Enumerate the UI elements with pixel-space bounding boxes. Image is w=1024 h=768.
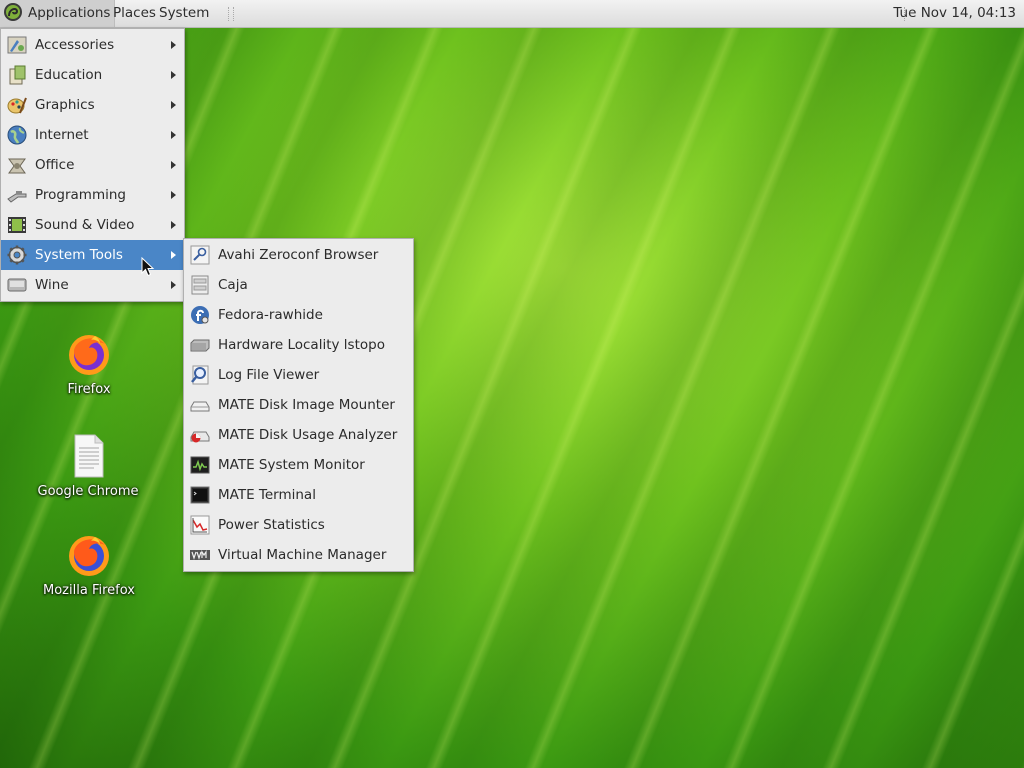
menu-item-label: Wine [35,277,69,293]
terminal-icon [190,486,210,504]
caja-icon [191,275,209,295]
menu-item-sound-video[interactable]: Sound & Video [1,210,184,240]
menu-item-avahi-zeroconf-browser[interactable]: Avahi Zeroconf Browser [184,240,413,270]
accessories-icon [7,36,27,54]
menu-item-label: Internet [35,127,89,143]
submenu-arrow-icon [171,71,176,79]
power-statistics-icon [190,515,210,535]
submenu-arrow-icon [171,101,176,109]
submenu-arrow-icon [171,131,176,139]
firefox-icon [69,335,109,375]
menu-item-mate-disk-image-mounter[interactable]: MATE Disk Image Mounter [184,390,413,420]
menu-item-label: Programming [35,187,126,203]
menu-item-mate-terminal[interactable]: MATE Terminal [184,480,413,510]
graphics-icon [7,97,27,114]
system-tools-submenu: Avahi Zeroconf Browser Caja Fedora-rawhi… [183,238,414,572]
menu-item-label: Education [35,67,103,83]
menu-item-caja[interactable]: Caja [184,270,413,300]
menu-item-virtual-machine-manager[interactable]: Virtual Machine Manager [184,540,413,570]
menu-item-label: Graphics [35,97,95,113]
internet-icon [7,125,27,145]
menu-item-label: Sound & Video [35,217,135,233]
submenu-arrow-icon [171,251,176,259]
menu-item-label: MATE Disk Image Mounter [218,397,395,413]
menu-item-power-statistics[interactable]: Power Statistics [184,510,413,540]
system-tools-icon [7,245,27,265]
top-panel: Applications Places System Tue Nov 14, 0… [0,0,1024,28]
submenu-arrow-icon [171,41,176,49]
submenu-arrow-icon [171,161,176,169]
disk-usage-icon [190,431,210,443]
vm-manager-icon [190,550,210,560]
menu-item-mate-disk-usage-analyzer[interactable]: MATE Disk Usage Analyzer [184,420,413,450]
desktop-icon-mozilla-firefox[interactable]: Mozilla Firefox [24,531,154,598]
wine-icon [7,278,27,292]
menu-item-education[interactable]: Education [1,60,184,90]
desktop: Applications Places System Tue Nov 14, 0… [0,0,1024,768]
log-viewer-icon [191,365,209,385]
fedora-icon [191,306,209,324]
menu-item-label: Accessories [35,37,115,53]
office-icon [8,158,26,174]
menu-item-label: Hardware Locality lstopo [218,337,385,353]
sound-video-icon [8,217,26,233]
menu-item-internet[interactable]: Internet [1,120,184,150]
menu-item-graphics[interactable]: Graphics [1,90,184,120]
menu-item-label: MATE System Monitor [218,457,365,473]
system-menu-button[interactable]: System [155,0,213,27]
menu-item-hardware-locality-lstopo[interactable]: Hardware Locality lstopo [184,330,413,360]
panel-drag-handle[interactable] [228,7,234,21]
menu-item-mate-system-monitor[interactable]: MATE System Monitor [184,450,413,480]
education-icon [9,65,26,85]
menu-item-label: MATE Disk Usage Analyzer [218,427,398,443]
menu-item-label: Office [35,157,75,173]
desktop-icon-label: Firefox [67,382,111,397]
places-menu-button[interactable]: Places [109,0,160,27]
avahi-icon [190,245,210,265]
menu-item-label: Caja [218,277,248,293]
menu-item-log-file-viewer[interactable]: Log File Viewer [184,360,413,390]
mouse-cursor-icon [141,257,155,277]
clock[interactable]: Tue Nov 14, 04:13 [889,0,1020,27]
applications-menu: Accessories Education Graphics Internet … [0,28,185,302]
menu-item-label: Virtual Machine Manager [218,547,387,563]
menu-item-programming[interactable]: Programming [1,180,184,210]
submenu-arrow-icon [171,191,176,199]
submenu-arrow-icon [171,281,176,289]
desktop-icon-label: Google Chrome [37,484,139,499]
firefox-icon [69,536,109,576]
desktop-icon-google-chrome[interactable]: Google Chrome [23,432,153,499]
menu-item-fedora-rawhide[interactable]: Fedora-rawhide [184,300,413,330]
menu-item-label: Power Statistics [218,517,325,533]
applications-label: Applications [28,5,111,21]
desktop-icon-firefox[interactable]: Firefox [24,330,154,397]
menu-item-label: Log File Viewer [218,367,320,383]
mate-logo-icon [4,3,22,21]
desktop-icon-label: Mozilla Firefox [43,583,135,598]
submenu-arrow-icon [171,221,176,229]
menu-item-accessories[interactable]: Accessories [1,30,184,60]
programming-icon [7,191,27,203]
menu-item-label: Avahi Zeroconf Browser [218,247,379,263]
menu-item-label: Fedora-rawhide [218,307,323,323]
disk-image-icon [190,401,210,412]
menu-item-system-tools[interactable]: System Tools [1,240,184,270]
menu-item-wine[interactable]: Wine [1,270,184,300]
document-icon [74,434,104,478]
system-monitor-icon [190,456,210,474]
menu-item-office[interactable]: Office [1,150,184,180]
menu-item-label: MATE Terminal [218,487,316,503]
hardware-icon [190,339,210,352]
applications-menu-button[interactable]: Applications [0,0,116,27]
menu-item-label: System Tools [35,247,123,263]
